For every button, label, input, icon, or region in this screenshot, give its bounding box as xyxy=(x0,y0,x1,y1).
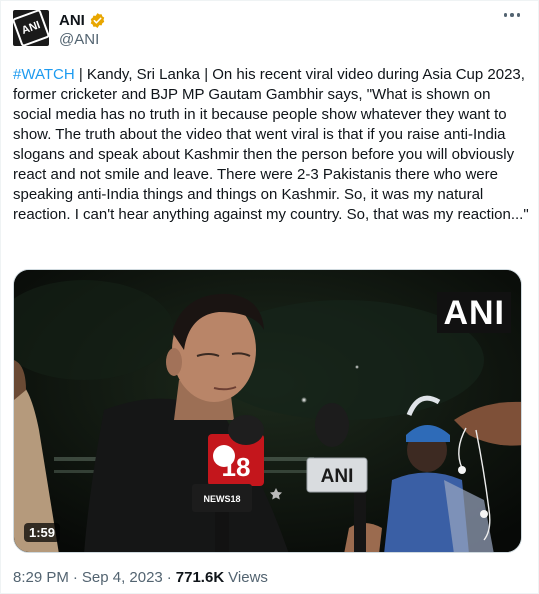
views-label: Views xyxy=(228,569,268,586)
tweet-text: #WATCH | Kandy, Sri Lanka | On his recen… xyxy=(13,65,529,225)
views-count: 771.6K xyxy=(175,569,225,586)
more-options-icon[interactable] xyxy=(503,13,520,17)
meta-separator-1: · xyxy=(72,569,78,586)
mic-flag-channel: 18 xyxy=(222,452,251,482)
video-watermark: ANI xyxy=(437,292,511,333)
author-handle[interactable]: @ANI xyxy=(59,31,99,48)
mic-flag-news-label: NEWS18 xyxy=(203,494,240,504)
video-duration: 1:59 xyxy=(24,523,61,542)
video-player[interactable]: ANI 18 NEWS18 ANI 1:59 xyxy=(13,269,522,553)
hashtag-link[interactable]: #WATCH xyxy=(13,66,75,83)
author-display-name[interactable]: ANI xyxy=(59,12,85,29)
tweet-date[interactable]: Sep 4, 2023 xyxy=(82,569,163,586)
author-avatar[interactable]: ANI xyxy=(13,10,49,46)
avatar-logo: ANI xyxy=(13,10,49,46)
mic-flag-ani-label: ANI xyxy=(321,466,354,487)
author-name-row: ANI xyxy=(59,12,106,29)
tweet-body: | Kandy, Sri Lanka | On his recent viral… xyxy=(13,66,529,223)
tweet-meta: 8:29 PM · Sep 4, 2023 · 771.6K Views xyxy=(13,569,268,586)
tweet-card: ANI ANI @ANI #WATCH | Kandy, Sri Lanka |… xyxy=(0,0,539,594)
tweet-time[interactable]: 8:29 PM xyxy=(13,569,69,586)
meta-separator-2: · xyxy=(166,569,172,586)
verified-badge-icon xyxy=(90,13,105,28)
